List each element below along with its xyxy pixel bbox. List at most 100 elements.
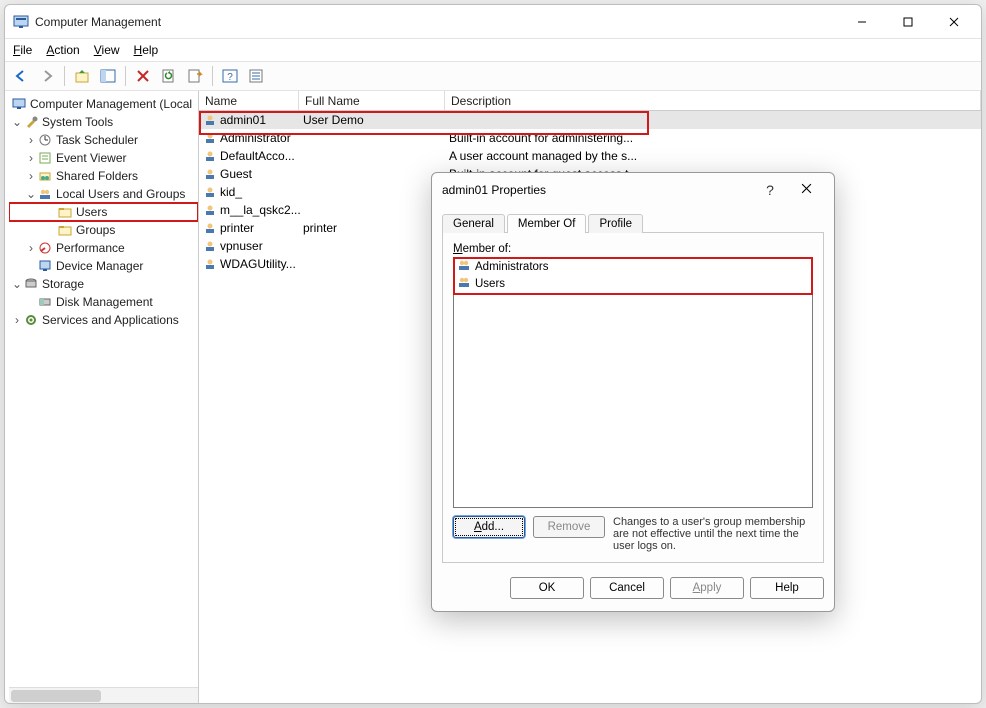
member-name: Users	[475, 278, 505, 290]
tree-disk-management[interactable]: Disk Management	[9, 293, 198, 311]
refresh-button[interactable]	[157, 64, 181, 88]
up-button[interactable]	[70, 64, 94, 88]
dialog-tabs: General Member Of Profile	[442, 211, 824, 233]
app-icon	[13, 14, 29, 30]
user-row[interactable]: AdministratorBuilt-in account for admini…	[199, 129, 981, 147]
forward-button[interactable]	[35, 64, 59, 88]
menu-action[interactable]: Action	[46, 43, 79, 57]
tree-root[interactable]: Computer Management (Local	[9, 95, 198, 113]
computer-icon	[11, 96, 27, 112]
tree-label: Users	[76, 205, 107, 219]
member-row[interactable]: Users	[454, 275, 812, 292]
menu-file[interactable]: File	[13, 43, 32, 57]
user-name: vpnuser	[220, 239, 263, 253]
user-row[interactable]: admin01User Demo	[199, 111, 981, 129]
tree-performance[interactable]: › Performance	[9, 239, 198, 257]
chevron-down-icon[interactable]: ⌄	[25, 187, 37, 201]
apply-button[interactable]: Apply	[670, 577, 744, 599]
tree-label: System Tools	[42, 115, 113, 129]
perf-icon	[37, 240, 53, 256]
help-button[interactable]: ?	[218, 64, 242, 88]
user-fullname: printer	[299, 221, 445, 235]
col-fullname[interactable]: Full Name	[299, 91, 445, 110]
col-name[interactable]: Name	[199, 91, 299, 110]
dialog-close-button[interactable]	[788, 183, 824, 197]
properties-button[interactable]	[244, 64, 268, 88]
folder-icon	[57, 204, 73, 220]
nav-tree[interactable]: Computer Management (Local ⌄ System Tool…	[9, 95, 198, 687]
users-group-icon	[37, 186, 53, 202]
window-controls	[839, 7, 977, 37]
ok-button[interactable]: OK	[510, 577, 584, 599]
user-name: kid_	[220, 185, 242, 199]
tree-services-apps[interactable]: › Services and Applications	[9, 311, 198, 329]
help-button[interactable]: Help	[750, 577, 824, 599]
cancel-button[interactable]: Cancel	[590, 577, 664, 599]
tree-label: Task Scheduler	[56, 133, 138, 147]
tree-local-users-groups[interactable]: ⌄ Local Users and Groups	[9, 185, 198, 203]
maximize-button[interactable]	[885, 7, 931, 37]
group-icon	[457, 275, 471, 292]
tree-task-scheduler[interactable]: › Task Scheduler	[9, 131, 198, 149]
col-description[interactable]: Description	[445, 91, 981, 110]
tree-groups[interactable]: Groups	[9, 221, 198, 239]
f-icon: ›	[25, 133, 37, 147]
membership-note: Changes to a user's group membership are…	[613, 516, 813, 552]
tab-general[interactable]: General	[442, 214, 505, 233]
tree-device-manager[interactable]: Device Manager	[9, 257, 198, 275]
svg-text:?: ?	[227, 72, 233, 83]
close-button[interactable]	[931, 7, 977, 37]
pf-blank	[25, 295, 37, 309]
menu-view[interactable]: View	[94, 43, 120, 57]
user-icon	[203, 149, 217, 163]
tab-member-of[interactable]: Member Of	[507, 214, 587, 233]
tree-hscroll[interactable]	[9, 687, 198, 703]
user-description: A user account managed by the s...	[445, 149, 981, 163]
clock-icon	[37, 132, 53, 148]
tree-label: Device Manager	[56, 259, 143, 273]
add-button[interactable]: Add...	[453, 516, 525, 538]
member-row[interactable]: Administrators	[454, 258, 812, 275]
user-row[interactable]: DefaultAcco... A user account managed by …	[199, 147, 981, 165]
export-button[interactable]	[183, 64, 207, 88]
tree-storage[interactable]: ⌄ Storage	[9, 275, 198, 293]
minimize-button[interactable]	[839, 7, 885, 37]
user-name: printer	[220, 221, 254, 235]
tree-label: Storage	[42, 277, 84, 291]
storage-icon	[23, 276, 39, 292]
delete-button[interactable]	[131, 64, 155, 88]
member-list[interactable]: Administrators Users	[453, 257, 813, 508]
remove-button[interactable]: Remove	[533, 516, 605, 538]
user-name: m__la_qskc2...	[220, 203, 301, 217]
tree-label: Local Users and Groups	[56, 187, 185, 201]
user-name: DefaultAcco...	[220, 149, 295, 163]
pf-icon: ›	[11, 313, 23, 327]
window-title: Computer Management	[35, 15, 839, 29]
device-icon	[37, 258, 53, 274]
tree-event-viewer[interactable]: › Event Viewer	[9, 149, 198, 167]
pf-icon: ›	[25, 241, 37, 255]
pf-icon: ›	[25, 151, 37, 165]
user-icon	[203, 131, 217, 145]
show-hide-tree-button[interactable]	[96, 64, 120, 88]
user-icon	[203, 113, 217, 127]
tree-system-tools[interactable]: ⌄ System Tools	[9, 113, 198, 131]
member-name: Administrators	[475, 261, 549, 273]
tree-label: Disk Management	[56, 295, 153, 309]
tree-pane: Computer Management (Local ⌄ System Tool…	[5, 91, 199, 703]
properties-dialog: admin01 Properties ? General Member Of P…	[431, 172, 835, 612]
panel-buttons: Add... Remove Changes to a user's group …	[453, 516, 813, 552]
tree-users[interactable]: Users	[9, 203, 198, 221]
tab-panel-member: Member of: Administrators Users Add... Re…	[442, 233, 824, 563]
tree-label: Performance	[56, 241, 125, 255]
dialog-body: General Member Of Profile Member of: Adm…	[432, 207, 834, 571]
dialog-help-button[interactable]: ?	[752, 182, 788, 198]
chevron-down-icon[interactable]: ⌄	[11, 277, 23, 291]
chevron-down-icon[interactable]: ⌄	[11, 115, 23, 129]
tab-profile[interactable]: Profile	[588, 214, 643, 233]
member-of-label: Member of:	[453, 243, 813, 255]
tree-shared-folders[interactable]: › Shared Folders	[9, 167, 198, 185]
menu-help[interactable]: Help	[134, 43, 159, 57]
user-name: admin01	[220, 113, 266, 127]
back-button[interactable]	[9, 64, 33, 88]
